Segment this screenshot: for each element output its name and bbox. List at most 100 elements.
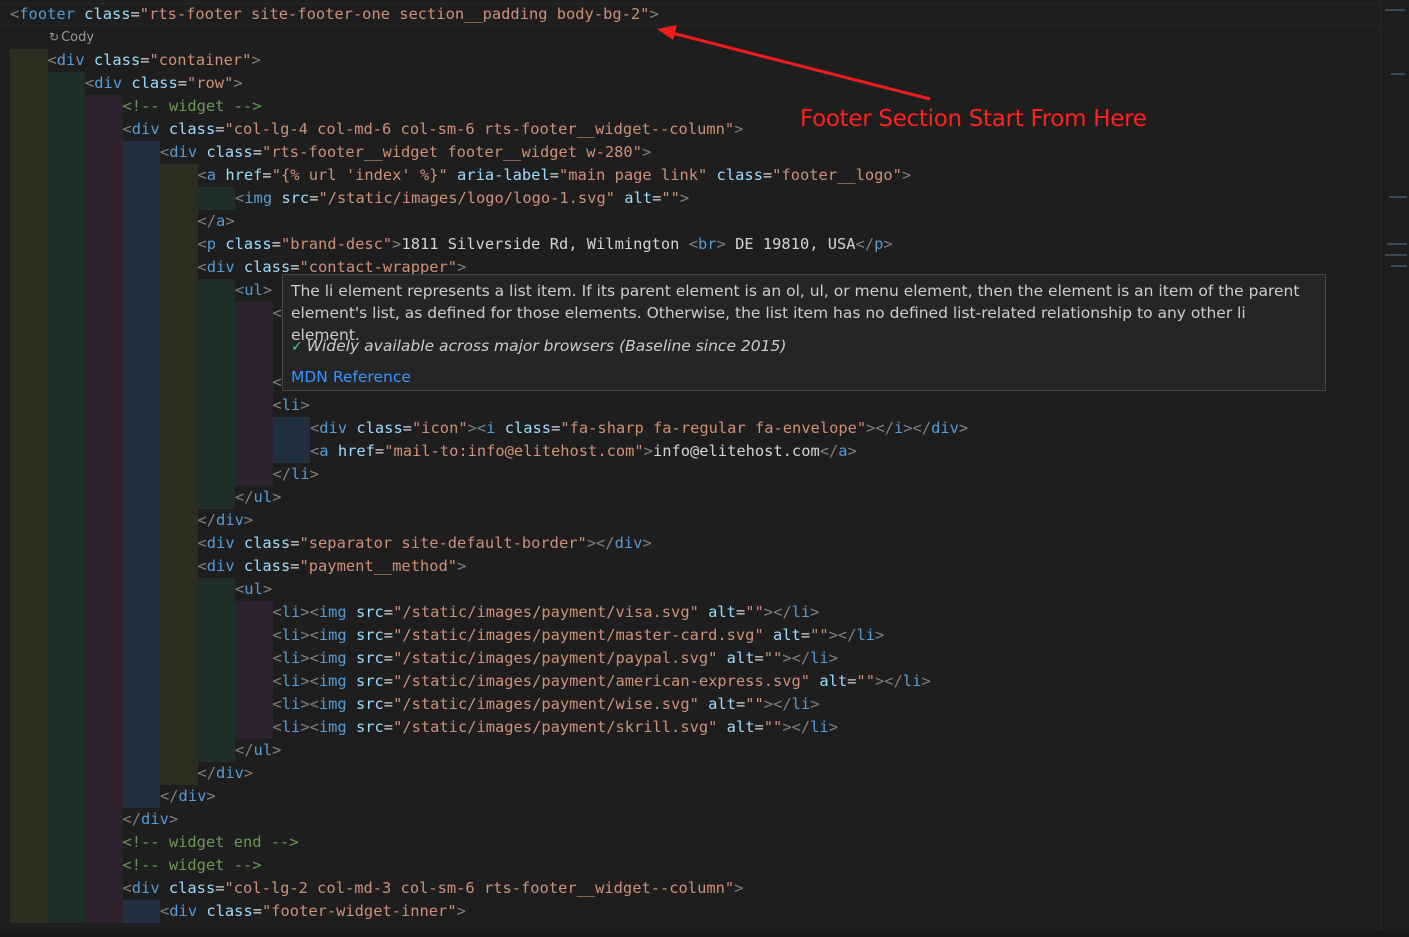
code-token: li (281, 626, 301, 644)
code-token: src (355, 626, 384, 644)
code-line[interactable]: <li><img src="/static/images/payment/pay… (273, 647, 838, 670)
code-token: li (281, 649, 301, 667)
indent-guide (47, 578, 85, 601)
code-token: > (734, 879, 744, 897)
code-token: li (810, 649, 829, 667)
indent-guide (122, 785, 160, 808)
code-token: img (244, 189, 273, 207)
indent-guide (85, 854, 123, 877)
code-token: > (300, 603, 310, 621)
code-token: li (856, 626, 876, 644)
code-line[interactable]: <div class="rts-footer__widget footer__w… (160, 141, 651, 164)
minimap[interactable] (1380, 0, 1409, 937)
codelens-cody[interactable]: ↻ Cody (49, 28, 94, 46)
indent-guide (160, 601, 198, 624)
code-token: = (262, 166, 272, 184)
code-line[interactable]: <img src = "/static/images/logo/logo-1.svg… (235, 187, 689, 210)
code-token: > (272, 488, 282, 506)
code-line[interactable]: <div class="row"> (85, 72, 243, 95)
code-token: src (355, 695, 384, 713)
indent-guide (85, 670, 123, 693)
code-line[interactable]: < (273, 371, 282, 394)
code-token: ul (253, 488, 273, 506)
indent-guide (85, 624, 123, 647)
indent-guide (235, 440, 273, 463)
code-token: < (309, 695, 319, 713)
code-token: 1811 Silverside Rd, Wilmington (401, 235, 689, 253)
code-line[interactable]: <footer class="rts-footer site-footer-on… (10, 3, 659, 26)
code-line[interactable]: </ul> (235, 486, 281, 509)
code-token: class (168, 879, 216, 897)
code-token: > (641, 143, 652, 161)
indent-guide (10, 164, 48, 187)
code-token: = (252, 143, 262, 161)
code-line[interactable]: <li><img src="/static/images/payment/skr… (273, 716, 838, 739)
code-line[interactable]: <div class="payment__method"> (198, 555, 467, 578)
code-line[interactable]: </li> (273, 463, 319, 486)
code-line[interactable]: <!-- widget end --> (123, 831, 299, 854)
indent-guide (160, 279, 198, 302)
code-token: "col-lg-2 col-md-3 col-sm-6 rts-footer__… (224, 879, 735, 897)
indent-guide (160, 739, 198, 762)
code-line[interactable]: <li><img src="/static/images/payment/mas… (273, 624, 885, 647)
indent-guide (10, 463, 48, 486)
code-line[interactable]: <div class="icon"><i class="fa-sharp fa-… (310, 417, 968, 440)
indent-guide (122, 739, 160, 762)
code-line[interactable]: <ul> (235, 279, 272, 302)
code-token: "brand-desc" (280, 235, 393, 253)
indent-guide (10, 118, 48, 141)
indent-guide (85, 187, 123, 210)
code-line[interactable]: <p class="brand-desc">1811 Silverside Rd… (198, 233, 893, 256)
code-line[interactable]: <li> (273, 394, 310, 417)
code-line[interactable]: < (273, 302, 282, 325)
indent-guide (197, 302, 235, 325)
code-token: > (921, 672, 931, 690)
code-line[interactable]: <li><img src="/static/images/payment/ame… (273, 670, 931, 693)
code-token: </ (197, 764, 217, 782)
indent-guide (47, 210, 85, 233)
code-line[interactable]: </div> (160, 785, 216, 808)
code-line[interactable]: </div> (123, 808, 179, 831)
code-line[interactable]: <a href="{% url 'index' %}" aria-label="… (198, 164, 912, 187)
annotation-label: Footer Section Start From Here (800, 106, 1147, 132)
code-line[interactable]: <li><img src="/static/images/payment/wis… (273, 693, 820, 716)
code-line[interactable]: <ul> (235, 578, 272, 601)
code-token: class (356, 419, 403, 437)
code-line[interactable]: </ul> (235, 739, 281, 762)
indent-guide (10, 371, 48, 394)
code-token: = (215, 879, 225, 897)
indent-guide (10, 831, 48, 854)
code-line[interactable]: <li><img src="/static/images/payment/vis… (273, 601, 820, 624)
code-line[interactable]: </a> (198, 210, 235, 233)
indent-guide (235, 670, 273, 693)
code-token: = (383, 718, 394, 736)
code-token: = (549, 166, 559, 184)
code-token: <!-- widget end --> (122, 833, 299, 851)
indent-guide (10, 486, 48, 509)
indent-guide (122, 532, 160, 555)
indent-guide (235, 693, 273, 716)
code-line[interactable]: <a href="mail-to:info@elitehost.com">inf… (310, 440, 857, 463)
code-token: > (456, 902, 466, 920)
code-line[interactable]: </div> (198, 762, 254, 785)
code-token: > (847, 442, 857, 460)
code-line[interactable]: <!-- widget --> (123, 854, 262, 877)
code-token: </ (791, 718, 811, 736)
code-token: "main page link" (559, 166, 708, 184)
code-line[interactable]: </div> (198, 509, 254, 532)
code-line[interactable]: <div class="footer-widget-inner"> (160, 900, 466, 923)
code-line[interactable]: <div class="container"> (48, 49, 261, 72)
code-editor[interactable]: ↻ Cody <footer class="rts-footer site-foo… (0, 0, 1380, 937)
code-line[interactable]: <div class="col-lg-4 col-md-6 col-sm-6 r… (123, 118, 744, 141)
code-line[interactable]: <!-- widget --> (123, 95, 262, 118)
mdn-reference-link[interactable]: MDN Reference (291, 366, 411, 388)
code-line[interactable]: <div class="separator site-default-borde… (198, 532, 652, 555)
code-line[interactable]: <div class="col-lg-2 col-md-3 col-sm-6 r… (123, 877, 744, 900)
code-token: div (319, 419, 348, 437)
indent-guide (47, 417, 85, 440)
